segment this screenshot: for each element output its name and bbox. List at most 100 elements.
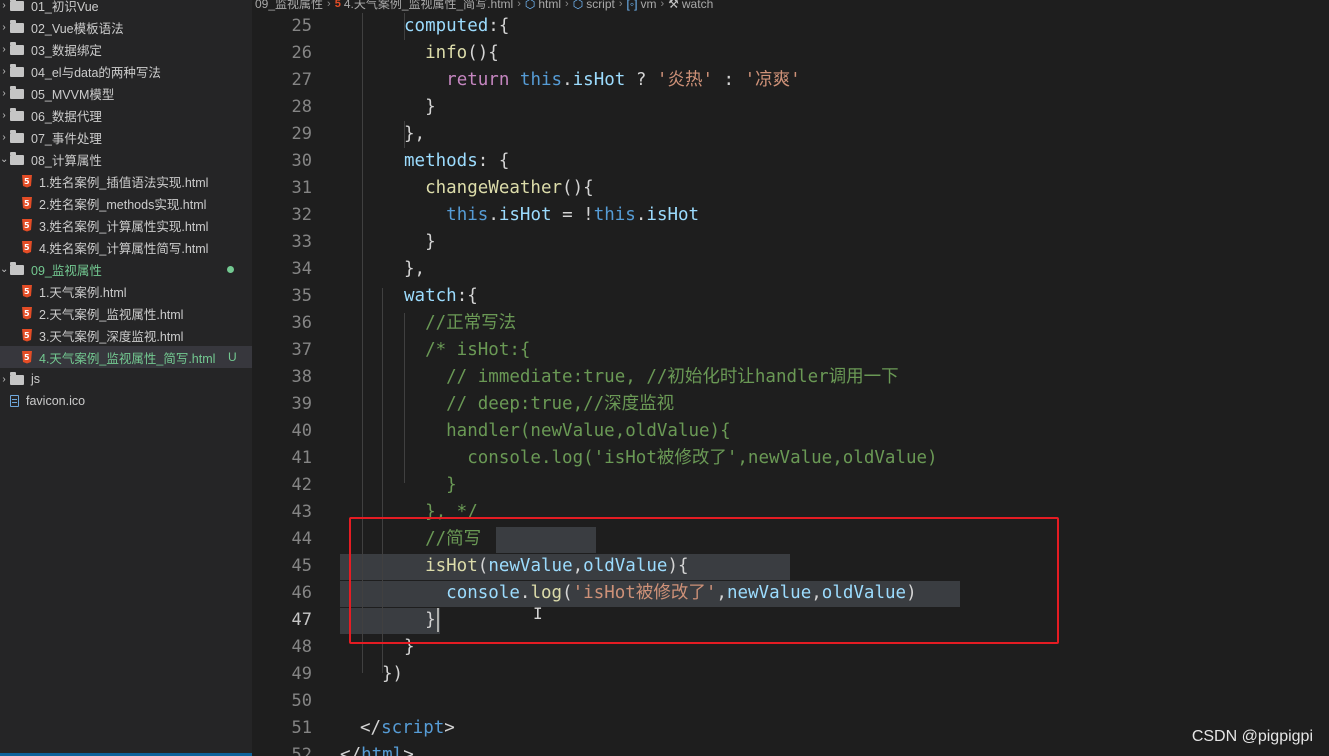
code-line[interactable]: this.isHot = !this.isHot — [404, 202, 699, 229]
chevron-right-icon: › — [2, 0, 6, 11]
html5-icon — [22, 196, 32, 210]
code-line[interactable]: } — [404, 94, 436, 121]
sidebar-item[interactable]: 2.天气案例_监视属性.html — [0, 302, 252, 324]
sidebar-item-label: 3.天气案例_深度监视.html — [39, 329, 184, 344]
line-number: 41 — [291, 448, 312, 468]
sidebar-item[interactable]: 4.姓名案例_计算属性简写.html — [0, 236, 252, 258]
sidebar-item[interactable]: favicon.ico — [0, 390, 252, 412]
chevron-right-icon: › — [2, 373, 6, 385]
code-line[interactable]: //简写 — [404, 526, 481, 553]
code-line[interactable]: } — [404, 229, 436, 256]
sidebar-item[interactable]: ⌄ 09_监视属性 — [0, 258, 252, 280]
sidebar-item[interactable]: › 07_事件处理 — [0, 126, 252, 148]
file-icon — [10, 395, 19, 407]
sidebar-item[interactable]: › 04_el与data的两种写法 — [0, 60, 252, 82]
sidebar-item[interactable]: › 05_MVVM模型 — [0, 82, 252, 104]
code-line[interactable]: </html> — [340, 742, 414, 756]
sidebar-item-label: 04_el与data的两种写法 — [31, 65, 161, 80]
line-number: 34 — [291, 259, 312, 279]
code-line[interactable]: } — [404, 472, 457, 499]
breadcrumb-html[interactable]: html — [535, 0, 564, 10]
line-number: 39 — [291, 394, 312, 414]
sidebar-item[interactable]: 4.天气案例_监视属性_简写.html U — [0, 346, 252, 368]
code-line[interactable]: console.log('isHot被修改了',newValue,oldValu… — [404, 445, 937, 472]
sidebar-item[interactable]: › js — [0, 368, 252, 390]
code-line[interactable]: //正常写法 — [404, 310, 516, 337]
breadcrumb-vm[interactable]: vm — [637, 0, 659, 10]
sidebar-item[interactable]: 3.姓名案例_计算属性实现.html — [0, 214, 252, 236]
sidebar-item-label: 08_计算属性 — [31, 153, 102, 168]
chevron-down-icon: ⌄ — [0, 263, 9, 275]
breadcrumb-file[interactable]: 4.天气案例_监视属性_简写.html — [341, 0, 516, 10]
text-cursor — [437, 608, 439, 632]
line-number: 37 — [291, 340, 312, 360]
code-line[interactable]: methods: { — [404, 148, 509, 175]
code-editor[interactable]: 25 computed:{26 info(){27 return this.isH… — [252, 13, 1329, 756]
code-line[interactable]: </script> — [360, 715, 455, 742]
sidebar-item[interactable]: ⌄ 08_计算属性 — [0, 148, 252, 170]
code-line[interactable]: // immediate:true, //初始化时让handler调用一下 — [404, 364, 899, 391]
sidebar-item-label: 01_初识Vue — [31, 0, 99, 14]
html5-icon: 5 — [334, 0, 341, 10]
breadcrumb-watch[interactable]: watch — [679, 0, 716, 10]
code-line[interactable]: info(){ — [404, 40, 499, 67]
sidebar-item[interactable]: 3.天气案例_深度监视.html — [0, 324, 252, 346]
code-line[interactable]: watch:{ — [404, 283, 478, 310]
sidebar-item-label: 1.天气案例.html — [39, 285, 127, 300]
sidebar-item[interactable]: › 06_数据代理 — [0, 104, 252, 126]
sidebar-item-label: 05_MVVM模型 — [31, 87, 115, 102]
code-line[interactable]: changeWeather(){ — [404, 175, 594, 202]
folder-icon — [10, 151, 24, 165]
sidebar-item[interactable]: › 02_Vue模板语法 — [0, 16, 252, 38]
line-number: 43 — [291, 502, 312, 522]
code-line[interactable]: }, */ — [404, 499, 478, 526]
line-number: 29 — [291, 124, 312, 144]
line-number: 49 — [291, 664, 312, 684]
line-number: 42 — [291, 475, 312, 495]
code-line[interactable]: handler(newValue,oldValue){ — [404, 418, 730, 445]
modified-dot-icon — [227, 266, 234, 273]
folder-icon — [10, 107, 24, 121]
line-number: 44 — [291, 529, 312, 549]
chevron-right-icon: › — [2, 21, 6, 33]
sidebar-item[interactable]: › 01_初识Vue — [0, 0, 252, 16]
code-line[interactable]: }, — [404, 121, 425, 148]
code-line[interactable]: // deep:true,//深度监视 — [404, 391, 674, 418]
sidebar-item-label: js — [31, 372, 41, 386]
html5-icon — [22, 350, 32, 364]
cube-icon: ⬡ — [524, 0, 536, 11]
breadcrumb-folder[interactable]: 09_监视属性 — [252, 0, 326, 10]
line-number: 31 — [291, 178, 312, 198]
sidebar-item-label: 2.天气案例_监视属性.html — [39, 307, 184, 322]
line-number: 38 — [291, 367, 312, 387]
code-line[interactable]: return this.isHot ? '炎热' : '凉爽' — [404, 67, 801, 94]
variable-icon: [◦] — [626, 0, 638, 11]
html5-icon — [22, 240, 32, 254]
folder-icon — [10, 261, 24, 275]
line-number: 52 — [291, 745, 312, 756]
code-line[interactable]: } — [404, 607, 436, 634]
code-line[interactable]: computed:{ — [404, 13, 509, 40]
code-line[interactable]: }) — [382, 661, 403, 688]
sidebar-item-label: 4.姓名案例_计算属性简写.html — [39, 241, 209, 256]
code-line[interactable]: } — [404, 634, 415, 661]
sidebar-item-label: favicon.ico — [26, 394, 86, 408]
line-number: 46 — [291, 583, 312, 603]
code-line[interactable]: }, — [404, 256, 425, 283]
code-line[interactable]: console.log('isHot被修改了',newValue,oldValu… — [404, 580, 916, 607]
sidebar-item[interactable]: 1.天气案例.html — [0, 280, 252, 302]
chevron-right-icon: › — [2, 43, 6, 55]
sidebar-item[interactable]: 1.姓名案例_插值语法实现.html — [0, 170, 252, 192]
sidebar-item[interactable]: 2.姓名案例_methods实现.html — [0, 192, 252, 214]
code-line[interactable]: isHot(newValue,oldValue){ — [404, 553, 688, 580]
line-number: 28 — [291, 97, 312, 117]
indent-guide — [362, 13, 363, 673]
untracked-badge: U — [228, 350, 237, 364]
sidebar-item[interactable]: › 03_数据绑定 — [0, 38, 252, 60]
line-number: 32 — [291, 205, 312, 225]
code-line[interactable]: /* isHot:{ — [404, 337, 530, 364]
folder-icon — [10, 41, 24, 55]
breadcrumb-script[interactable]: script — [583, 0, 618, 10]
sidebar-item-label: 2.姓名案例_methods实现.html — [39, 197, 207, 212]
folder-icon — [10, 0, 24, 11]
